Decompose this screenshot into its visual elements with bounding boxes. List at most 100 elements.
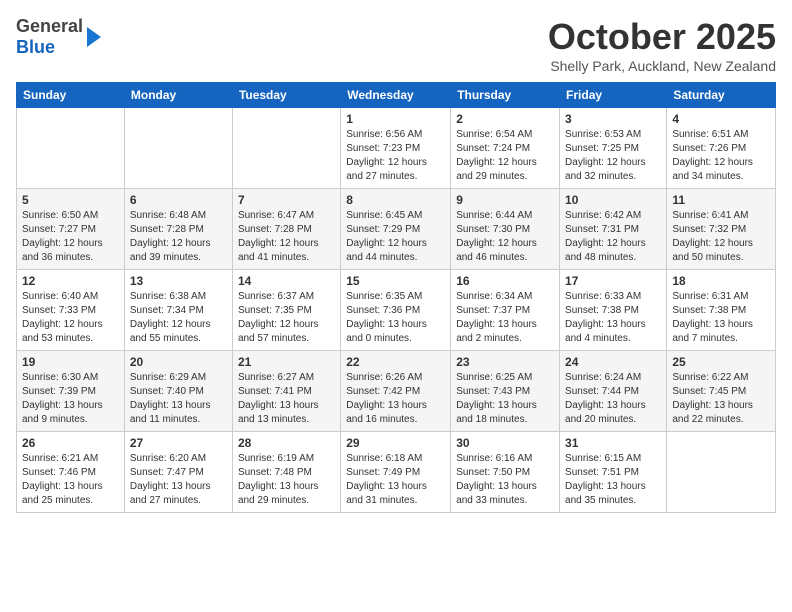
calendar-header-row: SundayMondayTuesdayWednesdayThursdayFrid… — [17, 83, 776, 108]
day-info: Sunrise: 6:50 AMSunset: 7:27 PMDaylight:… — [22, 209, 119, 265]
day-info: Sunrise: 6:45 AMSunset: 7:29 PMDaylight:… — [346, 209, 445, 265]
calendar-cell: 9Sunrise: 6:44 AMSunset: 7:30 PMDaylight… — [451, 189, 560, 270]
day-info: Sunrise: 6:22 AMSunset: 7:45 PMDaylight:… — [672, 371, 770, 427]
day-number: 9 — [456, 193, 554, 207]
calendar-cell — [124, 108, 232, 189]
day-number: 8 — [346, 193, 445, 207]
header-tuesday: Tuesday — [232, 83, 340, 108]
day-info: Sunrise: 6:47 AMSunset: 7:28 PMDaylight:… — [238, 209, 335, 265]
day-number: 21 — [238, 355, 335, 369]
header-saturday: Saturday — [667, 83, 776, 108]
day-info: Sunrise: 6:51 AMSunset: 7:26 PMDaylight:… — [672, 128, 770, 184]
calendar-cell — [17, 108, 125, 189]
header-monday: Monday — [124, 83, 232, 108]
day-info: Sunrise: 6:27 AMSunset: 7:41 PMDaylight:… — [238, 371, 335, 427]
calendar-cell: 23 Sunrise: 6:25 AMSunset: 7:43 PMDayligh… — [451, 351, 560, 432]
calendar-cell: 21 Sunrise: 6:27 AMSunset: 7:41 PMDayligh… — [232, 351, 340, 432]
header-wednesday: Wednesday — [341, 83, 451, 108]
calendar-table: SundayMondayTuesdayWednesdayThursdayFrid… — [16, 82, 776, 513]
day-number: 30 — [456, 436, 554, 450]
page-header: General Blue October 2025 Shelly Park, A… — [16, 16, 776, 74]
day-info: Sunrise: 6:31 AMSunset: 7:38 PMDaylight:… — [672, 290, 770, 346]
day-number: 5 — [22, 193, 119, 207]
calendar-cell: 3 Sunrise: 6:53 AMSunset: 7:25 PMDaylight… — [560, 108, 667, 189]
day-info: Sunrise: 6:18 AMSunset: 7:49 PMDaylight:… — [346, 452, 445, 508]
day-number: 24 — [565, 355, 661, 369]
day-number: 12 — [22, 274, 119, 288]
day-number: 3 — [565, 112, 661, 126]
logo: General Blue — [16, 16, 101, 58]
day-number: 15 — [346, 274, 445, 288]
day-number: 29 — [346, 436, 445, 450]
day-info: Sunrise: 6:30 AMSunset: 7:39 PMDaylight:… — [22, 371, 119, 427]
calendar-cell — [667, 432, 776, 513]
month-title: October 2025 — [548, 16, 776, 58]
day-info: Sunrise: 6:42 AMSunset: 7:31 PMDaylight:… — [565, 209, 661, 265]
day-info: Sunrise: 6:29 AMSunset: 7:40 PMDaylight:… — [130, 371, 227, 427]
day-number: 7 — [238, 193, 335, 207]
logo-blue-text: Blue — [16, 37, 55, 57]
header-sunday: Sunday — [17, 83, 125, 108]
header-thursday: Thursday — [451, 83, 560, 108]
week-row-3: 12Sunrise: 6:40 AMSunset: 7:33 PMDayligh… — [17, 270, 776, 351]
calendar-cell: 19 Sunrise: 6:30 AMSunset: 7:39 PMDayligh… — [17, 351, 125, 432]
day-info: Sunrise: 6:15 AMSunset: 7:51 PMDaylight:… — [565, 452, 661, 508]
week-row-1: 1 Sunrise: 6:56 AMSunset: 7:23 PMDaylight… — [17, 108, 776, 189]
calendar-cell: 29 Sunrise: 6:18 AMSunset: 7:49 PMDayligh… — [341, 432, 451, 513]
day-number: 22 — [346, 355, 445, 369]
calendar-cell: 12Sunrise: 6:40 AMSunset: 7:33 PMDayligh… — [17, 270, 125, 351]
calendar-cell: 8 Sunrise: 6:45 AMSunset: 7:29 PMDaylight… — [341, 189, 451, 270]
day-number: 31 — [565, 436, 661, 450]
calendar-cell: 11Sunrise: 6:41 AMSunset: 7:32 PMDayligh… — [667, 189, 776, 270]
calendar-cell: 5 Sunrise: 6:50 AMSunset: 7:27 PMDaylight… — [17, 189, 125, 270]
calendar-cell: 1 Sunrise: 6:56 AMSunset: 7:23 PMDaylight… — [341, 108, 451, 189]
day-number: 16 — [456, 274, 554, 288]
day-info: Sunrise: 6:19 AMSunset: 7:48 PMDaylight:… — [238, 452, 335, 508]
day-info: Sunrise: 6:53 AMSunset: 7:25 PMDaylight:… — [565, 128, 661, 184]
calendar-cell: 22 Sunrise: 6:26 AMSunset: 7:42 PMDayligh… — [341, 351, 451, 432]
calendar-cell: 25Sunrise: 6:22 AMSunset: 7:45 PMDayligh… — [667, 351, 776, 432]
day-number: 4 — [672, 112, 770, 126]
calendar-cell: 14 Sunrise: 6:37 AMSunset: 7:35 PMDayligh… — [232, 270, 340, 351]
day-info: Sunrise: 6:54 AMSunset: 7:24 PMDaylight:… — [456, 128, 554, 184]
day-info: Sunrise: 6:37 AMSunset: 7:35 PMDaylight:… — [238, 290, 335, 346]
day-number: 23 — [456, 355, 554, 369]
day-number: 2 — [456, 112, 554, 126]
day-info: Sunrise: 6:21 AMSunset: 7:46 PMDaylight:… — [22, 452, 119, 508]
day-info: Sunrise: 6:26 AMSunset: 7:42 PMDaylight:… — [346, 371, 445, 427]
day-number: 28 — [238, 436, 335, 450]
day-info: Sunrise: 6:20 AMSunset: 7:47 PMDaylight:… — [130, 452, 227, 508]
calendar-cell: 20 Sunrise: 6:29 AMSunset: 7:40 PMDayligh… — [124, 351, 232, 432]
calendar-cell — [232, 108, 340, 189]
calendar-cell: 18 Sunrise: 6:31 AMSunset: 7:38 PMDayligh… — [667, 270, 776, 351]
calendar-cell: 4 Sunrise: 6:51 AMSunset: 7:26 PMDaylight… — [667, 108, 776, 189]
calendar-cell: 6Sunrise: 6:48 AMSunset: 7:28 PMDaylight… — [124, 189, 232, 270]
day-number: 13 — [130, 274, 227, 288]
day-number: 1 — [346, 112, 445, 126]
calendar-cell: 17Sunrise: 6:33 AMSunset: 7:38 PMDayligh… — [560, 270, 667, 351]
calendar-cell: 28 Sunrise: 6:19 AMSunset: 7:48 PMDayligh… — [232, 432, 340, 513]
day-number: 18 — [672, 274, 770, 288]
day-number: 10 — [565, 193, 661, 207]
day-number: 26 — [22, 436, 119, 450]
week-row-2: 5 Sunrise: 6:50 AMSunset: 7:27 PMDaylight… — [17, 189, 776, 270]
day-info: Sunrise: 6:33 AMSunset: 7:38 PMDaylight:… — [565, 290, 661, 346]
day-info: Sunrise: 6:24 AMSunset: 7:44 PMDaylight:… — [565, 371, 661, 427]
logo-general-text: General — [16, 16, 83, 36]
day-info: Sunrise: 6:25 AMSunset: 7:43 PMDaylight:… — [456, 371, 554, 427]
calendar-cell: 13Sunrise: 6:38 AMSunset: 7:34 PMDayligh… — [124, 270, 232, 351]
header-friday: Friday — [560, 83, 667, 108]
day-number: 14 — [238, 274, 335, 288]
day-info: Sunrise: 6:56 AMSunset: 7:23 PMDaylight:… — [346, 128, 445, 184]
calendar-cell: 31 Sunrise: 6:15 AMSunset: 7:51 PMDayligh… — [560, 432, 667, 513]
calendar-cell: 16Sunrise: 6:34 AMSunset: 7:37 PMDayligh… — [451, 270, 560, 351]
week-row-4: 19 Sunrise: 6:30 AMSunset: 7:39 PMDayligh… — [17, 351, 776, 432]
calendar-cell: 26 Sunrise: 6:21 AMSunset: 7:46 PMDayligh… — [17, 432, 125, 513]
day-number: 20 — [130, 355, 227, 369]
title-block: October 2025 Shelly Park, Auckland, New … — [548, 16, 776, 74]
day-number: 27 — [130, 436, 227, 450]
day-number: 19 — [22, 355, 119, 369]
day-info: Sunrise: 6:41 AMSunset: 7:32 PMDaylight:… — [672, 209, 770, 265]
calendar-cell: 7 Sunrise: 6:47 AMSunset: 7:28 PMDaylight… — [232, 189, 340, 270]
day-info: Sunrise: 6:35 AMSunset: 7:36 PMDaylight:… — [346, 290, 445, 346]
